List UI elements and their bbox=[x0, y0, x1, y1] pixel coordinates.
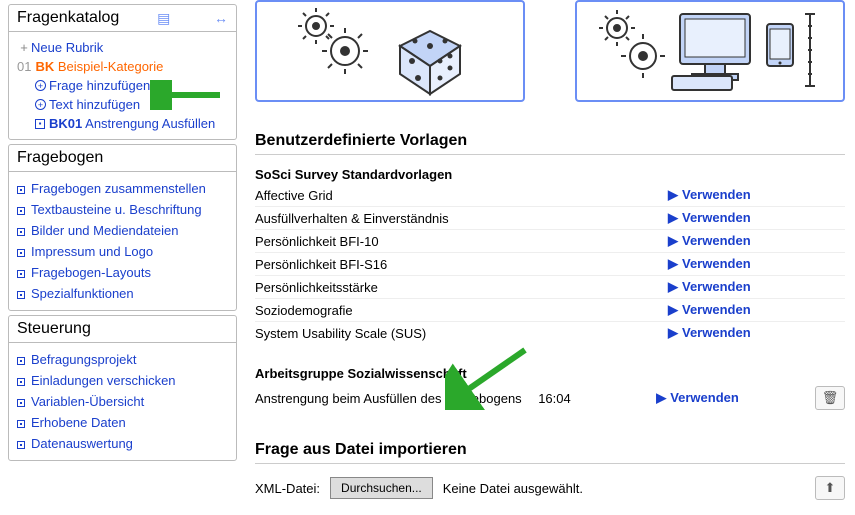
group2-header: Arbeitsgruppe Sozialwissenschaft bbox=[255, 366, 845, 381]
bullet-icon bbox=[17, 186, 25, 194]
bullet-icon bbox=[17, 441, 25, 449]
add-icon: + bbox=[35, 80, 46, 91]
browse-button[interactable]: Durchsuchen... bbox=[330, 477, 433, 499]
nav-link[interactable]: Befragungsprojekt bbox=[31, 352, 137, 367]
dice-gears-icon bbox=[290, 6, 490, 96]
template-time: 16:04 bbox=[538, 383, 656, 413]
std-templates-table: Affective Grid▶VerwendenAusfüllverhalten… bbox=[255, 184, 845, 344]
nav-link[interactable]: Einladungen verschicken bbox=[31, 373, 176, 388]
nav-link[interactable]: Spezialfunktionen bbox=[31, 286, 134, 301]
nav-link[interactable]: Impressum und Logo bbox=[31, 244, 153, 259]
table-row: Anstrengung beim Ausfüllen des Frageboge… bbox=[255, 383, 845, 413]
bullet-icon bbox=[17, 228, 25, 236]
std-templates-header: SoSci Survey Standardvorlagen bbox=[255, 167, 845, 182]
use-button[interactable]: ▶Verwenden bbox=[656, 390, 739, 405]
question-icon: ▪ bbox=[35, 119, 45, 129]
table-row: Persönlichkeit BFI-S16▶Verwenden bbox=[255, 253, 845, 276]
import-title: Frage aus Datei importieren bbox=[255, 441, 845, 464]
computer-devices-icon bbox=[595, 6, 825, 96]
template-card-dice[interactable] bbox=[255, 0, 525, 102]
bullet-icon bbox=[17, 270, 25, 278]
sidebar-item[interactable]: Fragebogen zusammenstellen bbox=[17, 178, 228, 199]
annotation-arrow-icon bbox=[150, 80, 230, 110]
table-row: Ausfüllverhalten & Einverständnis▶Verwen… bbox=[255, 207, 845, 230]
sidebar-item[interactable]: Variablen-Übersicht bbox=[17, 391, 228, 412]
use-button[interactable]: ▶Verwenden bbox=[668, 187, 751, 202]
table-row: System Usability Scale (SUS)▶Verwenden bbox=[255, 322, 845, 345]
upload-button[interactable]: ⬆ bbox=[815, 476, 845, 500]
bullet-icon bbox=[17, 291, 25, 299]
group2-table: Anstrengung beim Ausfüllen des Frageboge… bbox=[255, 383, 845, 413]
template-name: Persönlichkeit BFI-10 bbox=[255, 230, 668, 253]
catalog-panel: Fragenkatalog ▤ ↔ + Neue Rubrik 01 BK Be… bbox=[8, 4, 237, 140]
main-content: Benutzerdefinierte Vorlagen SoSci Survey… bbox=[245, 0, 855, 515]
sidebar: Fragenkatalog ▤ ↔ + Neue Rubrik 01 BK Be… bbox=[0, 0, 245, 515]
nav-link[interactable]: Bilder und Mediendateien bbox=[31, 223, 178, 238]
plus-icon: + bbox=[17, 40, 31, 55]
table-row: Persönlichkeit BFI-10▶Verwenden bbox=[255, 230, 845, 253]
no-file-label: Keine Datei ausgewählt. bbox=[443, 481, 583, 496]
sidebar-item[interactable]: Erhobene Daten bbox=[17, 412, 228, 433]
template-name: Persönlichkeit BFI-S16 bbox=[255, 253, 668, 276]
question-item-link[interactable]: BK01 Anstrengung Ausfüllen bbox=[49, 116, 215, 131]
add-icon: + bbox=[35, 99, 46, 110]
expand-collapse-icon[interactable]: ↔ bbox=[214, 10, 228, 26]
use-button[interactable]: ▶Verwenden bbox=[668, 325, 751, 340]
control-title: Steuerung bbox=[17, 320, 91, 338]
catalog-title: Fragenkatalog bbox=[17, 9, 119, 27]
sidebar-item[interactable]: Textbausteine u. Beschriftung bbox=[17, 199, 228, 220]
annotation-arrow-icon bbox=[445, 340, 535, 410]
survey-panel: Fragebogen Fragebogen zusammenstellen Tex… bbox=[8, 144, 237, 311]
nav-link[interactable]: Textbausteine u. Beschriftung bbox=[31, 202, 202, 217]
add-text-link[interactable]: Text hinzufügen bbox=[49, 97, 140, 112]
bullet-icon bbox=[17, 420, 25, 428]
sidebar-item[interactable]: Spezialfunktionen bbox=[17, 283, 228, 304]
question-item-row[interactable]: ▪ BK01 Anstrengung Ausfüllen bbox=[35, 114, 228, 133]
table-row: Affective Grid▶Verwenden bbox=[255, 184, 845, 207]
survey-title: Fragebogen bbox=[17, 149, 103, 167]
new-section-row[interactable]: + Neue Rubrik bbox=[17, 38, 228, 57]
user-templates-title: Benutzerdefinierte Vorlagen bbox=[255, 132, 845, 155]
nav-link[interactable]: Variablen-Übersicht bbox=[31, 394, 144, 409]
delete-button[interactable]: 🗑 bbox=[815, 386, 845, 410]
template-name: Affective Grid bbox=[255, 184, 668, 207]
use-button[interactable]: ▶Verwenden bbox=[668, 233, 751, 248]
template-name: Soziodemografie bbox=[255, 299, 668, 322]
table-row: Persönlichkeitsstärke▶Verwenden bbox=[255, 276, 845, 299]
bullet-icon bbox=[17, 249, 25, 257]
nav-link[interactable]: Erhobene Daten bbox=[31, 415, 126, 430]
use-button[interactable]: ▶Verwenden bbox=[668, 256, 751, 271]
control-panel: Steuerung Befragungsprojekt Einladungen v… bbox=[8, 315, 237, 461]
template-name: Ausfüllverhalten & Einverständnis bbox=[255, 207, 668, 230]
nav-link[interactable]: Datenauswertung bbox=[31, 436, 133, 451]
template-name: Persönlichkeitsstärke bbox=[255, 276, 668, 299]
use-button[interactable]: ▶Verwenden bbox=[668, 279, 751, 294]
xml-label: XML-Datei: bbox=[255, 481, 320, 496]
use-button[interactable]: ▶Verwenden bbox=[668, 302, 751, 317]
bullet-icon bbox=[17, 357, 25, 365]
sidebar-item[interactable]: Datenauswertung bbox=[17, 433, 228, 454]
bullet-icon bbox=[17, 399, 25, 407]
new-page-icon[interactable]: ▤ bbox=[157, 10, 170, 26]
nav-link[interactable]: Fragebogen-Layouts bbox=[31, 265, 151, 280]
sidebar-item[interactable]: Befragungsprojekt bbox=[17, 349, 228, 370]
add-question-link[interactable]: Frage hinzufügen bbox=[49, 78, 150, 93]
sidebar-item[interactable]: Einladungen verschicken bbox=[17, 370, 228, 391]
category-row[interactable]: 01 BK Beispiel-Kategorie bbox=[17, 57, 228, 76]
nav-link[interactable]: Fragebogen zusammenstellen bbox=[31, 181, 206, 196]
use-button[interactable]: ▶Verwenden bbox=[668, 210, 751, 225]
table-row: Soziodemografie▶Verwenden bbox=[255, 299, 845, 322]
sidebar-item[interactable]: Fragebogen-Layouts bbox=[17, 262, 228, 283]
bullet-icon bbox=[17, 378, 25, 386]
sidebar-item[interactable]: Bilder und Mediendateien bbox=[17, 220, 228, 241]
bullet-icon bbox=[17, 207, 25, 215]
sidebar-item[interactable]: Impressum und Logo bbox=[17, 241, 228, 262]
template-card-computer[interactable] bbox=[575, 0, 845, 102]
new-section-link[interactable]: Neue Rubrik bbox=[31, 40, 103, 55]
